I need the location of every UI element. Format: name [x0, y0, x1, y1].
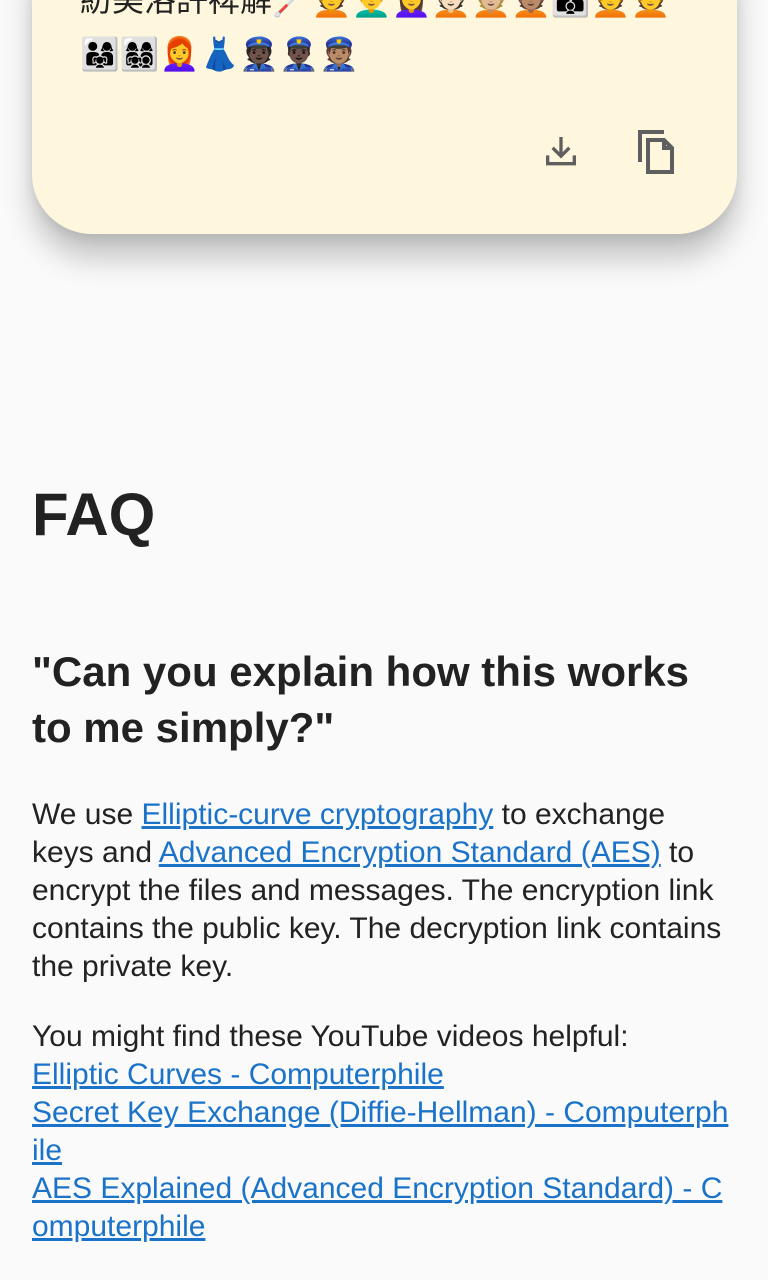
video-link-diffie-hellman[interactable]: Secret Key Exchange (Diffie-Hellman) - C…: [32, 1094, 732, 1170]
answer-text-start: We use: [32, 798, 142, 831]
download-icon: [546, 137, 576, 166]
video-list: You might find these YouTube videos help…: [32, 1018, 732, 1246]
elliptic-curve-link[interactable]: Elliptic-curve cryptography: [142, 798, 494, 831]
encrypted-message-card: 紡美洛許裨解🦯💆💆‍♂️💆‍♀️💆🏻💆🏼💆🏽👨‍👩‍👦💆💆 👨‍👩‍👧👩‍👩‍👧…: [32, 0, 737, 234]
faq-heading: FAQ: [32, 481, 156, 548]
faq-question: "Can you explain how this works to me si…: [32, 648, 690, 751]
video-link-elliptic-curves[interactable]: Elliptic Curves - Computerphile: [32, 1056, 732, 1094]
faq-answer-paragraph: We use Elliptic-curve cryptography to ex…: [32, 796, 732, 986]
download-button[interactable]: [537, 128, 585, 176]
copy-icon: [638, 130, 674, 174]
cipher-text-line-2: 👨‍👩‍👧👩‍👩‍👧‍👦👩‍🦰👗👮🏿👮🏿‍♂️👮🏽: [80, 35, 359, 73]
video-intro-text: You might find these YouTube videos help…: [32, 1020, 629, 1053]
copy-button[interactable]: [632, 128, 680, 176]
video-link-aes-explained[interactable]: AES Explained (Advanced Encryption Stand…: [32, 1170, 732, 1246]
aes-link[interactable]: Advanced Encryption Standard (AES): [159, 836, 661, 869]
cipher-text-line-1: 紡美洛許裨解🦯💆💆‍♂️💆‍♀️💆🏻💆🏼💆🏽👨‍👩‍👦💆💆: [80, 0, 671, 19]
